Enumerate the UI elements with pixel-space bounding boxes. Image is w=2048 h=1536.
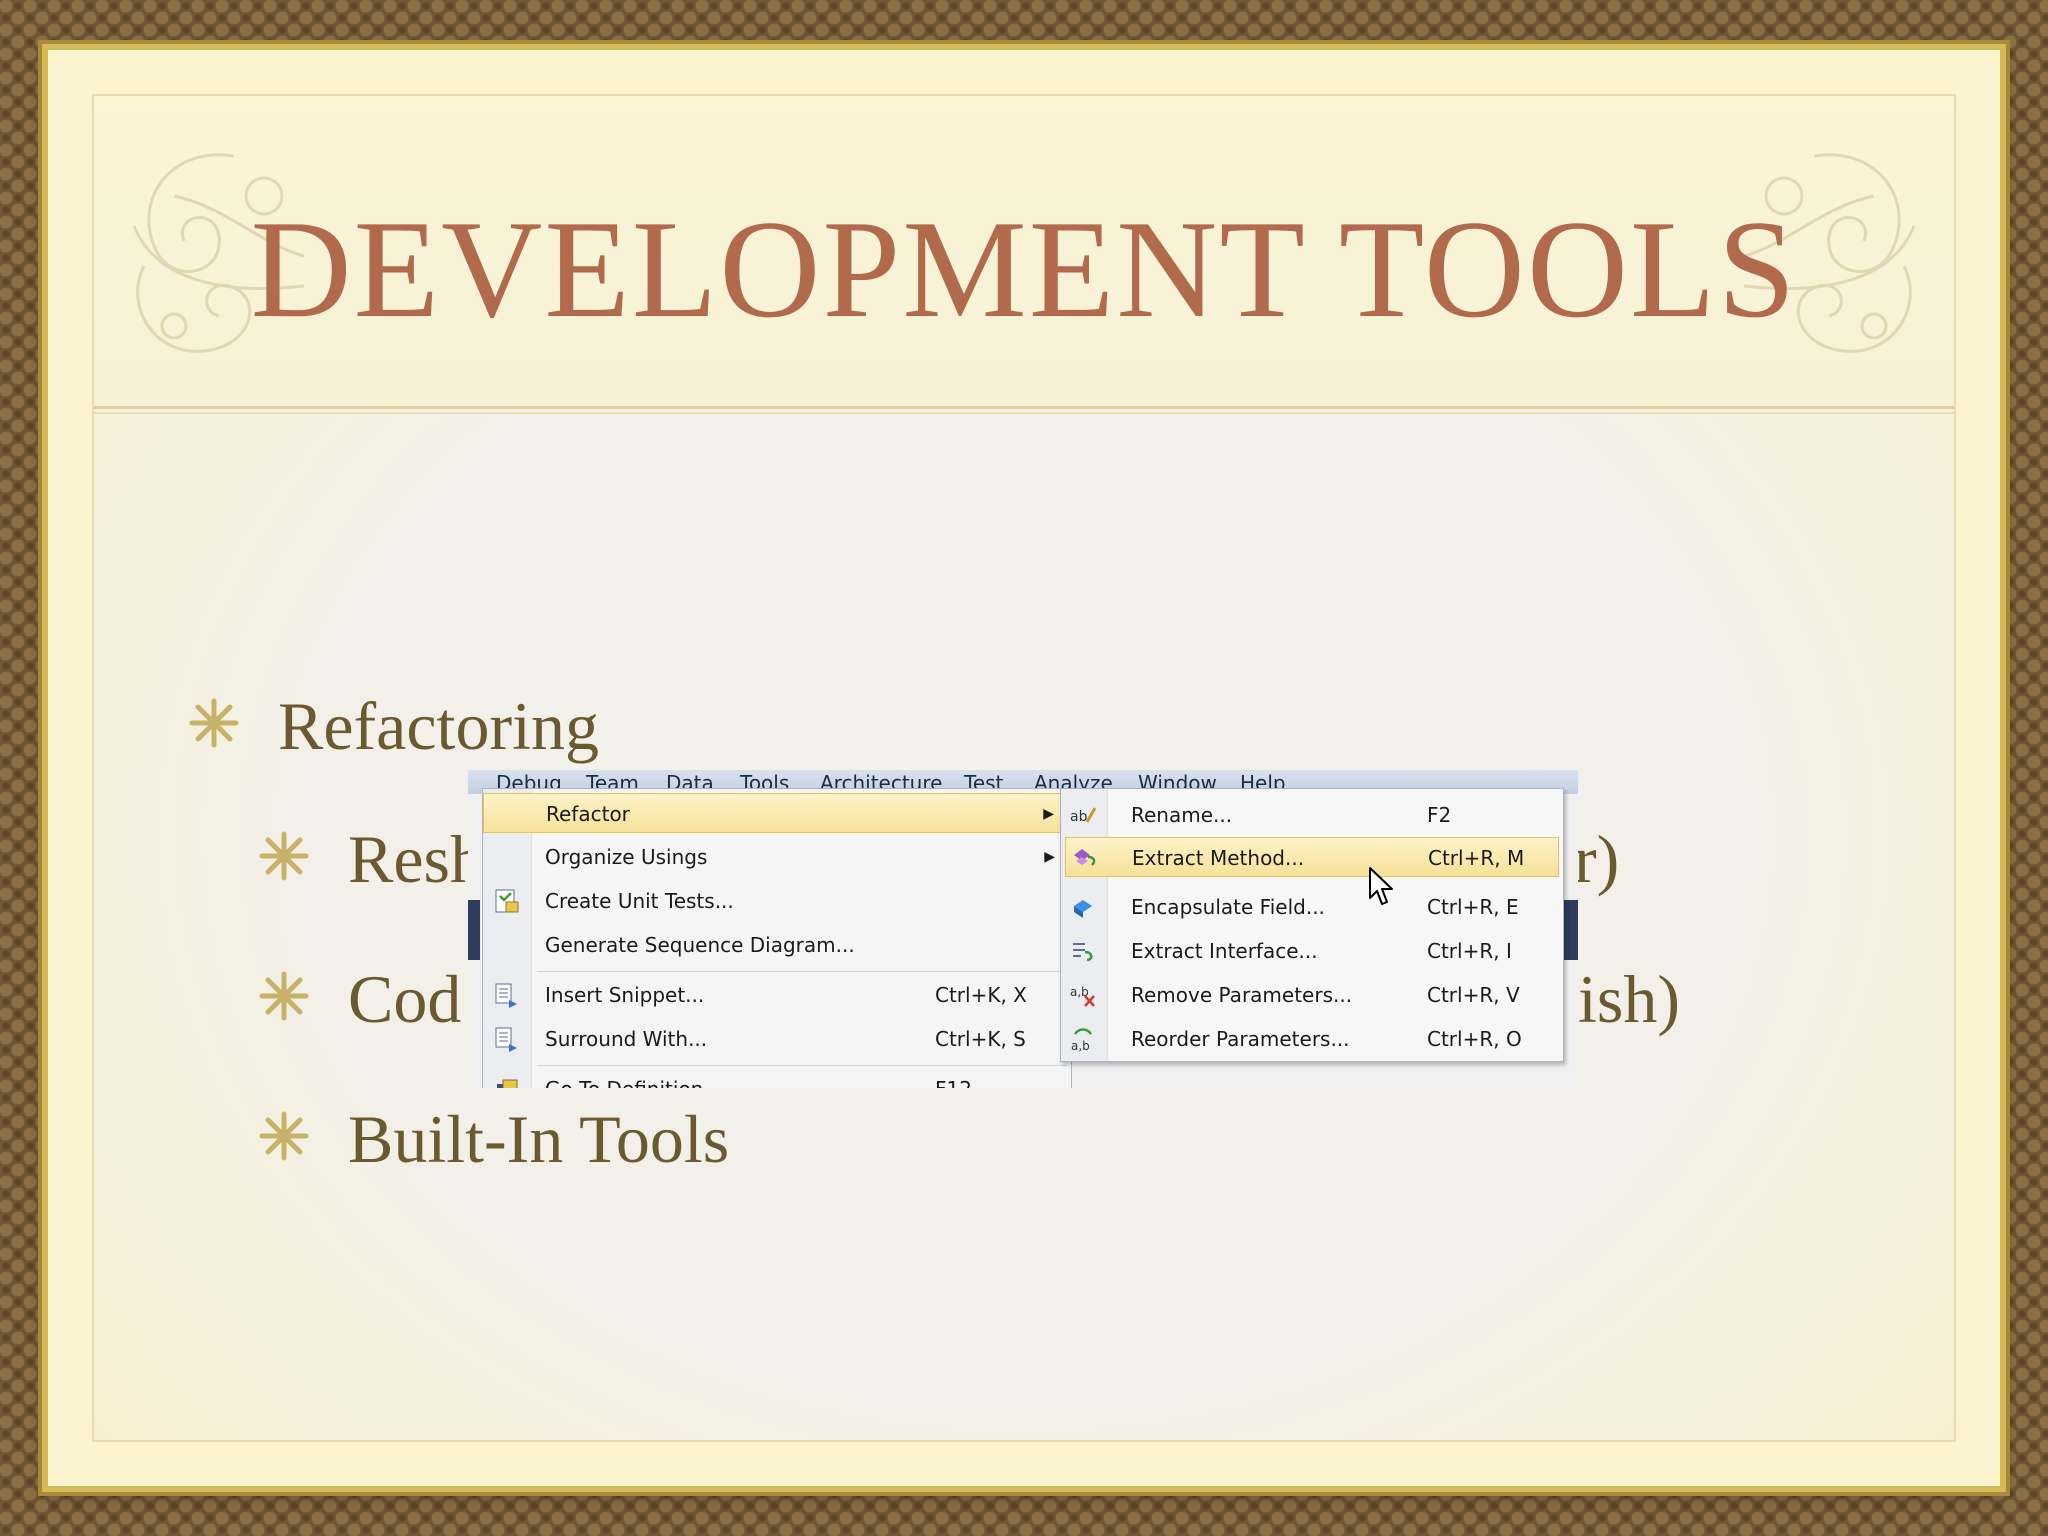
menu-item-shortcut: Ctrl+K, S	[935, 1027, 1026, 1051]
menu-item-label: Reorder Parameters...	[1131, 1027, 1350, 1051]
svg-text:a,b: a,b	[1071, 1039, 1090, 1052]
menu-item-label: Extract Interface...	[1131, 939, 1318, 963]
editor-background	[468, 900, 480, 960]
menu-item-label: Create Unit Tests...	[545, 889, 734, 913]
slide-title: DEVELOPMENT TOOLS	[250, 192, 1798, 347]
menu-item-go-to-definition[interactable]: Go To Definition F12	[483, 1069, 1071, 1088]
extract-method-icon	[1074, 849, 1096, 866]
snippet-icon	[495, 1027, 517, 1052]
mouse-cursor-icon	[1369, 867, 1393, 905]
menu-item-encapsulate-field[interactable]: Encapsulate Field... Ctrl+R, E	[1061, 887, 1563, 927]
encapsulate-field-icon	[1074, 900, 1092, 918]
bullet-star-icon	[259, 831, 309, 881]
bullet-trailing-text: r)	[1574, 821, 1620, 897]
bullet-text: Refactoring	[278, 688, 599, 764]
menu-item-label: Go To Definition	[545, 1069, 703, 1088]
menu-item-label: Surround With...	[545, 1027, 708, 1051]
rename-icon: ab	[1070, 807, 1097, 825]
menu-item-remove-parameters[interactable]: a,b Remove Parameters... Ctrl+R, V	[1061, 975, 1563, 1015]
menu-item-label: Remove Parameters...	[1131, 983, 1353, 1007]
menu-item-shortcut: Ctrl+R, V	[1427, 983, 1520, 1007]
menu-item-shortcut: Ctrl+R, M	[1428, 846, 1525, 870]
bullet-text: Cod	[348, 961, 462, 1037]
bullet-text: Built-In Tools	[348, 1101, 730, 1177]
svg-text:ab: ab	[1070, 809, 1088, 825]
bullet-star-icon	[259, 1111, 309, 1161]
bullet-star-icon	[189, 698, 239, 748]
menu-item-reorder-parameters[interactable]: a,b Reorder Parameters... Ctrl+R, O	[1061, 1019, 1563, 1059]
remove-parameters-icon: a,b	[1070, 985, 1095, 1007]
menu-item-surround-with[interactable]: Surround With... Ctrl+K, S	[483, 1019, 1071, 1059]
menu-item-label: Encapsulate Field...	[1131, 895, 1325, 919]
menu-item-shortcut: Ctrl+K, X	[935, 983, 1027, 1007]
snippet-icon	[495, 983, 517, 1008]
menu-item-extract-method[interactable]: Extract Method... Ctrl+R, M	[1065, 837, 1559, 877]
submenu-arrow-icon: ▶	[1044, 849, 1055, 865]
unit-test-icon	[495, 889, 519, 913]
menu-item-create-unit-tests[interactable]: Create Unit Tests...	[483, 881, 1071, 921]
menu-item-label: Insert Snippet...	[545, 983, 705, 1007]
menu-item-extract-interface[interactable]: Extract Interface... Ctrl+R, I	[1061, 931, 1563, 971]
context-menu: Refactor ▶ Organize Usings ▶ Create Unit…	[482, 788, 1072, 1088]
refactor-submenu: ab Rename... F2 Extract Method... Ctrl+R…	[1060, 788, 1564, 1062]
menu-item-generate-sequence-diagram[interactable]: Generate Sequence Diagram...	[483, 925, 1071, 965]
menu-item-insert-snippet[interactable]: Insert Snippet... Ctrl+K, X	[483, 975, 1071, 1015]
editor-background	[1564, 900, 1578, 960]
bullet-star-icon	[259, 971, 309, 1021]
menu-item-label: Organize Usings	[545, 845, 708, 869]
menu-item-label: Refactor	[546, 802, 630, 826]
menu-item-label: Extract Method...	[1132, 846, 1305, 870]
menu-item-refactor[interactable]: Refactor ▶	[483, 793, 1071, 833]
extract-interface-icon	[1073, 943, 1093, 962]
reorder-parameters-icon: a,b	[1071, 1028, 1093, 1052]
bullet-trailing-text: ish)	[1578, 961, 1680, 1037]
menu-item-rename[interactable]: ab Rename... F2	[1061, 795, 1563, 835]
menu-separator	[537, 971, 1067, 972]
menu-item-label: Generate Sequence Diagram...	[545, 933, 855, 957]
submenu-arrow-icon: ▶	[1043, 806, 1054, 822]
menu-item-shortcut: Ctrl+R, I	[1427, 939, 1512, 963]
bullet-text: Resh	[348, 821, 484, 897]
menu-item-shortcut: F12	[935, 1069, 972, 1088]
menu-item-organize-usings[interactable]: Organize Usings ▶	[483, 837, 1071, 877]
ide-screenshot: Debug Team Data Tools Architecture Test …	[468, 770, 1578, 1088]
menu-item-shortcut: Ctrl+R, O	[1427, 1027, 1522, 1051]
menu-separator	[537, 1065, 1067, 1066]
menu-item-label: Rename...	[1131, 803, 1233, 827]
definition-icon	[497, 1079, 518, 1088]
slide: DEVELOPMENT TOOLS	[48, 50, 2000, 1486]
menu-item-shortcut: F2	[1427, 803, 1452, 827]
menu-item-shortcut: Ctrl+R, E	[1427, 895, 1519, 919]
